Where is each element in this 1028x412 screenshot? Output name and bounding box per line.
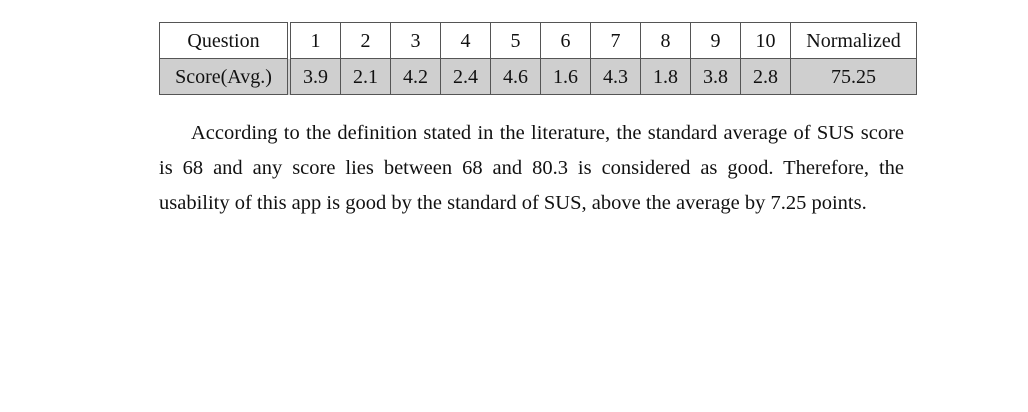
header-cell-q7: 7 [590,22,641,59]
score-cell-label: Score(Avg.) [159,58,291,95]
score-cell-q9: 3.8 [690,58,741,95]
sus-score-table: Question 1 2 3 4 5 6 7 8 9 10 Normalized… [159,22,917,95]
score-cell-q1: 3.9 [288,58,341,95]
header-cell-q6: 6 [540,22,591,59]
header-cell-normalized: Normalized [790,22,917,59]
score-cell-q8: 1.8 [640,58,691,95]
header-cell-q8: 8 [640,22,691,59]
score-cell-q2: 2.1 [340,58,391,95]
score-cell-q3: 4.2 [390,58,441,95]
header-cell-q4: 4 [440,22,491,59]
header-cell-q10: 10 [740,22,791,59]
header-cell-q1: 1 [288,22,341,59]
table-score-row: Score(Avg.) 3.9 2.1 4.2 2.4 4.6 1.6 4.3 … [159,58,917,95]
score-cell-normalized: 75.25 [790,58,917,95]
score-cell-q10: 2.8 [740,58,791,95]
header-cell-question: Question [159,22,291,59]
score-cell-q4: 2.4 [440,58,491,95]
header-cell-q3: 3 [390,22,441,59]
score-cell-q7: 4.3 [590,58,641,95]
score-cell-q6: 1.6 [540,58,591,95]
header-cell-q2: 2 [340,22,391,59]
table-header-row: Question 1 2 3 4 5 6 7 8 9 10 Normalized [159,22,917,59]
document-page: Question 1 2 3 4 5 6 7 8 9 10 Normalized… [159,22,917,221]
header-cell-q9: 9 [690,22,741,59]
score-cell-q5: 4.6 [490,58,541,95]
body-paragraph: According to the definition stated in th… [159,122,904,214]
header-cell-q5: 5 [490,22,541,59]
